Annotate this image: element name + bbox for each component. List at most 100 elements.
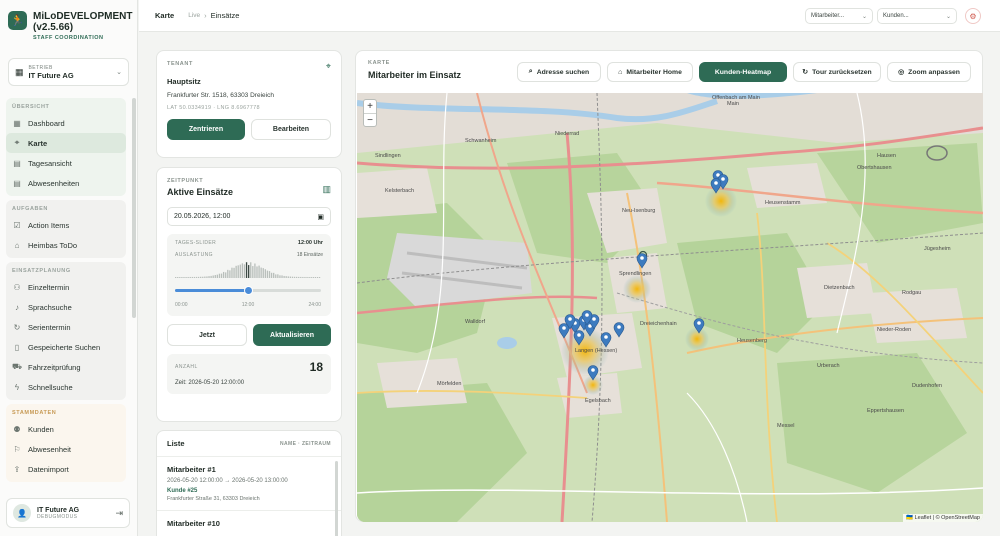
- histogram-bar: [233, 267, 235, 278]
- sidebar-item-kunden[interactable]: ⚉ Kunden: [6, 419, 126, 439]
- list-sort[interactable]: NAME · ZEITRAUM: [280, 439, 331, 448]
- histogram-bar: [227, 269, 229, 278]
- day-slider[interactable]: [175, 286, 321, 295]
- now-button[interactable]: Jetzt: [167, 324, 247, 346]
- betrieb-select[interactable]: ▦ BETRIEB IT Future AG ⌄: [8, 58, 129, 86]
- histogram-bar: [195, 276, 198, 278]
- list-item-title: Mitarbeiter #10: [167, 519, 220, 528]
- sidebar-item-karte[interactable]: ⌖ Karte: [6, 133, 126, 153]
- place-label: Egelsbach: [585, 398, 611, 404]
- refresh-button[interactable]: Aktualisieren: [253, 324, 331, 346]
- sidebar-item-serientermin[interactable]: ↻ Serientermin: [6, 317, 126, 337]
- list-scrollbar[interactable]: [335, 461, 338, 536]
- histogram-bar: [308, 276, 310, 278]
- histogram-bar: [218, 273, 221, 278]
- list-item-title: Mitarbeiter #1: [167, 465, 216, 474]
- place-label: Dudenhofen: [912, 383, 942, 389]
- sidebar-item-abwesenheit[interactable]: ⚐ Abwesenheit: [6, 439, 126, 459]
- place-label: Walldorf: [465, 319, 485, 325]
- heat-blob: [623, 275, 651, 303]
- histogram-bar: [281, 275, 283, 278]
- histogram-bar: [306, 276, 308, 278]
- datetime-input[interactable]: 20.05.2026, 12:00 ▣: [167, 207, 331, 226]
- map-attribution[interactable]: 🇺🇦 Leaflet | © OpenStreetMap: [903, 514, 983, 522]
- list-item[interactable]: Mitarbeiter #1 2026-05-20 12:00:00 → 202…: [157, 457, 341, 511]
- sidebar-item-sprachsuche[interactable]: ♪ Sprachsuche: [6, 297, 126, 317]
- place-label: Sindlingen: [375, 153, 401, 159]
- map-icon[interactable]: ▥: [322, 184, 331, 195]
- histogram-bar: [208, 276, 210, 278]
- sidebar-item-gespeicherte-suchen[interactable]: ▯ Gespeicherte Suchen: [6, 337, 126, 357]
- sidebar-item-tagesansicht[interactable]: ▤ Tagesansicht: [6, 153, 126, 173]
- avatar: 👤: [13, 504, 31, 522]
- histogram-bar: [293, 276, 296, 278]
- refresh-icon: ↻: [802, 69, 809, 76]
- histogram-bar: [310, 276, 312, 278]
- count-time: Zeit: 2026-05-20 12:00:00: [175, 380, 245, 386]
- list-item[interactable]: Mitarbeiter #10: [157, 511, 341, 536]
- mic-icon: ♪: [15, 302, 19, 312]
- users-icon: ⚉: [13, 424, 21, 434]
- address-search-button[interactable]: ⌕ Adresse suchen: [517, 62, 601, 82]
- place-label: Niederrad: [555, 131, 580, 137]
- nav-header: EINSATZPLANUNG: [12, 268, 71, 274]
- map-view[interactable]: Main Offenbach am Main Sindlingen Schwanhei…: [357, 93, 983, 522]
- histogram-bar: [214, 275, 216, 278]
- histogram-bar: [250, 262, 252, 278]
- sidebar-item-label: Gespeicherte Suchen: [28, 342, 101, 352]
- place-label: Dietzenbach: [824, 285, 855, 291]
- sidebar-item-label: Abwesenheiten: [28, 178, 80, 188]
- histogram-bar: [304, 276, 306, 278]
- sidebar-item-label: Einzeltermin: [28, 282, 70, 292]
- user-box[interactable]: 👤 IT Future AG DEBUGMODUS ⇥: [6, 498, 130, 528]
- calendar-icon[interactable]: ▣: [317, 213, 324, 221]
- zoom-fit-button[interactable]: ◎ Zoom anpassen: [887, 62, 971, 82]
- place-label: Messel: [777, 423, 795, 429]
- crumb-live[interactable]: Live: [188, 12, 200, 19]
- edit-button[interactable]: Bearbeiten: [251, 119, 331, 140]
- customer-heatmap-button[interactable]: Kunden-Heatmap: [699, 62, 787, 82]
- sidebar-item-abwesenheiten[interactable]: ▤ Abwesenheiten: [6, 173, 126, 193]
- count-box: ANZAHL 18 Zeit: 2026-05-20 12:00:00: [167, 354, 331, 394]
- sidebar-item-dashboard[interactable]: ▦ Dashboard: [6, 113, 126, 133]
- customer-select[interactable]: Kunden... ⌄: [877, 8, 957, 24]
- sidebar-item-label: Tagesansicht: [28, 158, 72, 168]
- employee-home-label: Mitarbeiter Home: [626, 68, 682, 76]
- histogram-bar: [248, 265, 250, 278]
- slider-thumb[interactable]: [244, 286, 253, 295]
- crumb-current: Einsätze: [210, 11, 240, 20]
- list-item-kunde[interactable]: Kunde #25: [167, 488, 331, 494]
- histogram-bar: [270, 272, 273, 278]
- employee-select[interactable]: Mitarbeiter... ⌄: [805, 8, 873, 24]
- zoom-in-button[interactable]: +: [364, 100, 376, 113]
- reset-tour-button[interactable]: ↻ Tour zurücksetzen: [793, 62, 881, 82]
- histogram-bar: [289, 276, 292, 278]
- sidebar-item-fahrzeitpruefung[interactable]: ⛟ Fahrzeitprüfung: [6, 357, 126, 377]
- user-mode: DEBUGMODUS: [37, 513, 78, 520]
- place-label: Kelsterbach: [385, 188, 415, 194]
- center-button[interactable]: Zentrieren: [167, 119, 245, 140]
- histogram-bar: [187, 276, 189, 278]
- histogram-bar: [245, 262, 248, 278]
- grid-icon: ▦: [13, 118, 21, 128]
- nav-group-uebersicht: ÜBERSICHT ▦ Dashboard ⌖ Karte ▤ Tagesansich…: [6, 98, 126, 196]
- sidebar-scrollbar[interactable]: [132, 98, 136, 318]
- place-label: Hausen: [877, 153, 896, 159]
- chevron-down-icon: ⌄: [116, 69, 122, 76]
- histogram-bar: [231, 267, 233, 278]
- zoom-out-button[interactable]: −: [364, 113, 376, 126]
- sidebar-item-action-items[interactable]: ☑ Action Items: [6, 215, 126, 235]
- heat-blob: [685, 327, 709, 351]
- sidebar-item-einzeltermin[interactable]: ⚇ Einzeltermin: [6, 277, 126, 297]
- sidebar-item-schnellsuche[interactable]: ϟ Schnellsuche: [6, 377, 126, 397]
- user-name: IT Future AG: [37, 506, 80, 514]
- sidebar-item-datenimport[interactable]: ⇪ Datenimport: [6, 459, 126, 479]
- histogram-bar: [256, 266, 258, 278]
- histogram-bar: [177, 277, 179, 278]
- logout-icon[interactable]: ⇥: [115, 508, 123, 519]
- sidebar-item-heimbas-todo[interactable]: ⌂ Heimbas ToDo: [6, 235, 126, 255]
- tick-label: 24:00: [308, 302, 321, 308]
- sidebar-item-label: Dashboard: [28, 118, 65, 128]
- employee-home-button[interactable]: ⌂ Mitarbeiter Home: [607, 62, 693, 82]
- settings-gear-icon[interactable]: ⚙: [965, 8, 981, 24]
